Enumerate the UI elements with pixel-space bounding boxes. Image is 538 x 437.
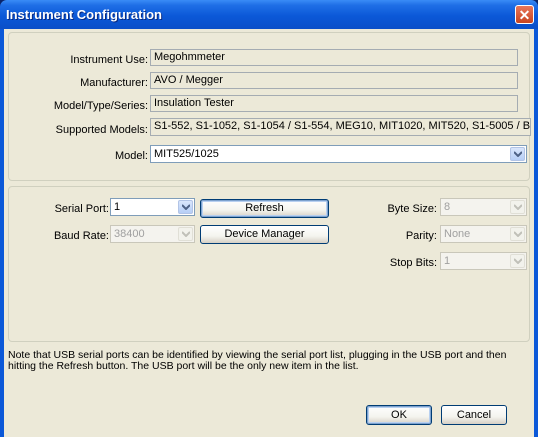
cancel-button[interactable]: Cancel	[441, 405, 507, 425]
device-manager-button[interactable]: Device Manager	[200, 225, 329, 244]
parity-dropdown[interactable]: None	[440, 225, 527, 243]
instrument-use-label: Instrument Use:	[70, 54, 148, 66]
usb-note: Note that USB serial ports can be identi…	[8, 350, 528, 372]
chevron-down-icon	[510, 254, 525, 268]
baud-rate-dropdown[interactable]: 38400	[110, 225, 195, 243]
instrument-use-field: Megohmmeter	[150, 49, 518, 66]
chevron-down-icon[interactable]	[178, 200, 193, 214]
ok-button[interactable]: OK	[366, 405, 432, 425]
window-frame-right	[534, 29, 538, 437]
serial-port-dropdown[interactable]: 1	[110, 198, 195, 216]
instrument-group: Instrument Use: Megohmmeter Manufacturer…	[8, 32, 531, 181]
stop-bits-label: Stop Bits:	[389, 257, 437, 269]
dialog-body: Instrument Use: Megohmmeter Manufacturer…	[4, 29, 534, 437]
baud-rate-label: Baud Rate:	[53, 230, 109, 242]
close-button[interactable]: ✕	[515, 5, 534, 24]
model-type-series-field: Insulation Tester	[150, 95, 518, 112]
close-icon: ✕	[518, 7, 531, 23]
model-type-series-label: Model/Type/Series:	[53, 100, 148, 112]
window-title: Instrument Configuration	[6, 7, 162, 22]
byte-size-dropdown[interactable]: 8	[440, 198, 527, 216]
usb-note-line-2: hitting the Refresh button. The USB port…	[8, 360, 359, 372]
serial-port-group: Serial Port: 1 Refresh Baud Rate: 38400 …	[8, 186, 530, 342]
manufacturer-field: AVO / Megger	[150, 72, 518, 89]
model-dropdown[interactable]: MIT525/1025	[150, 145, 527, 163]
chevron-down-icon	[510, 200, 525, 214]
chevron-down-icon	[178, 227, 193, 241]
refresh-button[interactable]: Refresh	[200, 199, 329, 218]
title-bar[interactable]: Instrument Configuration ✕	[0, 0, 538, 29]
instrument-configuration-window: Instrument Configuration ✕ Instrument Us…	[0, 0, 538, 437]
stop-bits-dropdown[interactable]: 1	[440, 252, 527, 270]
supported-models-field: S1-552, S1-1052, S1-1054 / S1-554, MEG10…	[150, 118, 531, 136]
parity-label: Parity:	[405, 230, 437, 242]
supported-models-label: Supported Models:	[55, 124, 148, 136]
serial-port-label: Serial Port:	[54, 203, 109, 215]
model-label: Model:	[114, 150, 148, 162]
manufacturer-label: Manufacturer:	[80, 77, 148, 89]
chevron-down-icon[interactable]	[510, 147, 525, 161]
byte-size-label: Byte Size:	[387, 203, 437, 215]
chevron-down-icon	[510, 227, 525, 241]
